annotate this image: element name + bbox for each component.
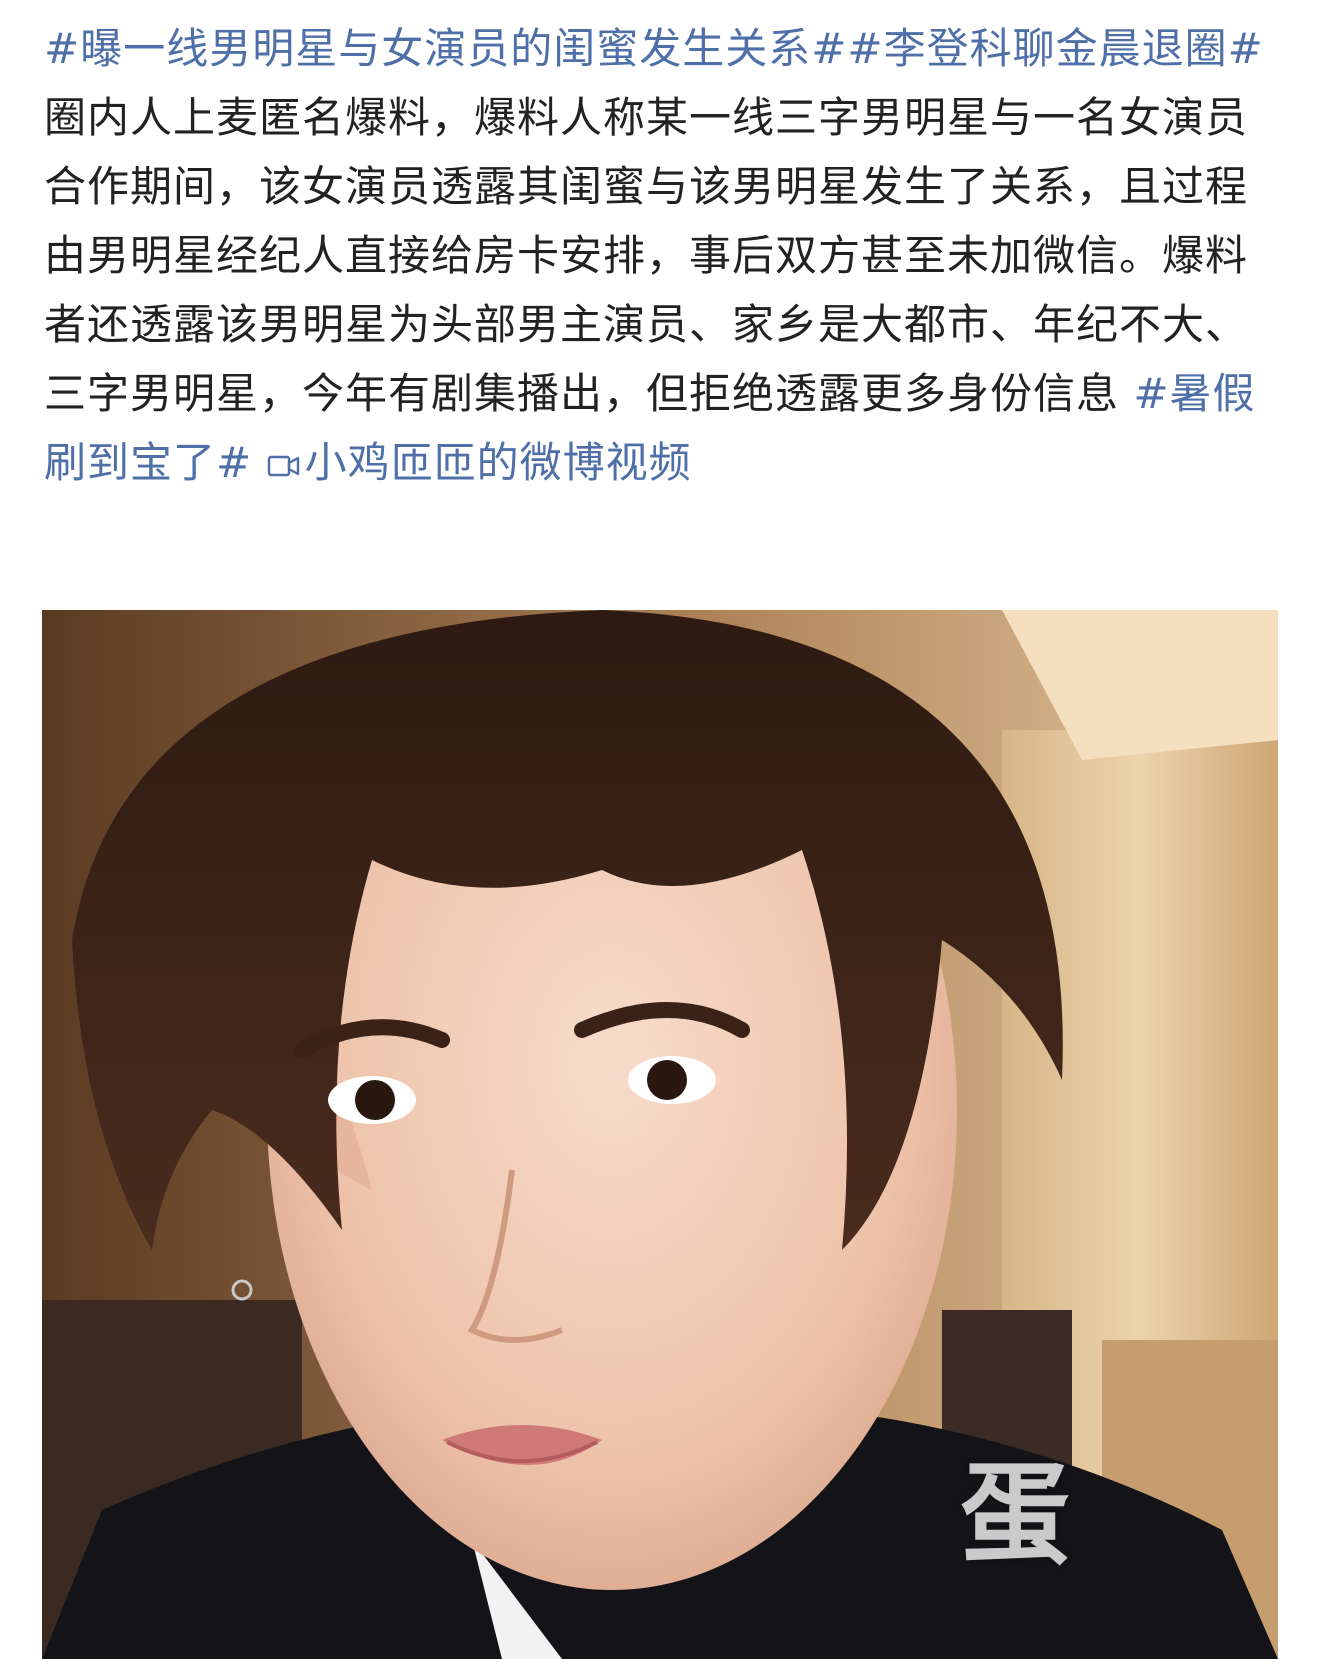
weibo-post: #曝一线男明星与女演员的闺蜜发生关系##李登科聊金晨退圈# 圈内人上麦匿名爆料，爆…	[0, 0, 1320, 1659]
video-thumbnail[interactable]: 蛋	[42, 610, 1278, 1659]
topic-tag-lidengke[interactable]: #李登科聊金晨退圈#	[847, 24, 1263, 73]
post-text: #曝一线男明星与女演员的闺蜜发生关系##李登科聊金晨退圈# 圈内人上麦匿名爆料，爆…	[44, 14, 1280, 497]
post-body-text: 圈内人上麦匿名爆料，爆料人称某一线三字男明星与一名女演员合作期间，该女演员透露其…	[44, 93, 1249, 418]
person-portrait-image	[42, 610, 1278, 1659]
video-watermark-text: 蛋	[960, 1451, 1070, 1579]
video-icon	[267, 455, 299, 477]
video-link-label: 小鸡匝匝的微博视频	[304, 438, 692, 487]
weibo-video-link[interactable]: 小鸡匝匝的微博视频	[267, 438, 692, 487]
topic-tag-exposure[interactable]: #曝一线男明星与女演员的闺蜜发生关系#	[44, 24, 847, 73]
spacer-text	[252, 438, 266, 487]
